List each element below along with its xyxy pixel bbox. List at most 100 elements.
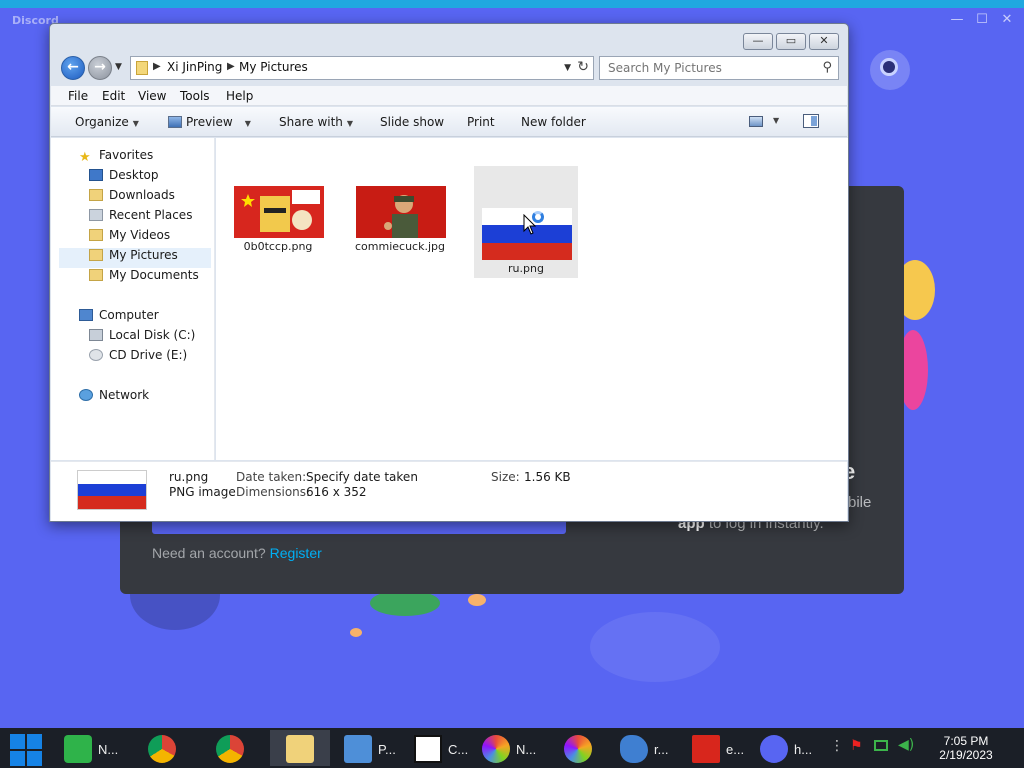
- details-thumbnail: [77, 470, 147, 510]
- taskbar-paint[interactable]: P...: [336, 730, 408, 766]
- top-strip: [0, 0, 1024, 8]
- videos-folder-icon: [89, 229, 103, 241]
- monitor-icon: [344, 735, 372, 763]
- breadcrumb-separator-icon[interactable]: ▶: [153, 61, 161, 72]
- nav-my-pictures[interactable]: My Pictures: [59, 248, 211, 268]
- refresh-icon[interactable]: ↻: [577, 59, 589, 75]
- nav-local-disk[interactable]: Local Disk (C:): [89, 328, 195, 348]
- folder-icon: [286, 735, 314, 763]
- dimensions-value: 616 x 352: [306, 485, 367, 499]
- taskbar-notepad[interactable]: N...: [56, 730, 130, 766]
- nav-favorites[interactable]: ★ Favorites: [79, 148, 153, 168]
- command-bar: Organize ▼ Preview ▼ Share with ▼ Slide sho…: [51, 107, 847, 137]
- taskbar-explorer[interactable]: [270, 730, 330, 766]
- meme-image-icon: [234, 186, 324, 238]
- file-item[interactable]: commiecuck.jpg: [348, 144, 452, 256]
- print-button[interactable]: Print: [467, 115, 495, 129]
- nav-downloads[interactable]: Downloads: [89, 188, 175, 208]
- close-button[interactable]: ✕: [809, 33, 839, 50]
- busy-spinner-icon: [532, 211, 544, 223]
- preview-icon: [168, 116, 182, 128]
- nav-my-videos[interactable]: My Videos: [89, 228, 170, 248]
- slide-show-button[interactable]: Slide show: [380, 115, 444, 129]
- start-button[interactable]: [10, 734, 42, 766]
- preview-pane-icon[interactable]: [803, 114, 819, 128]
- chevron-down-icon: ▼: [244, 119, 251, 128]
- folder-icon: [136, 61, 148, 75]
- nav-cd-drive[interactable]: CD Drive (E:): [89, 348, 187, 368]
- new-folder-button[interactable]: New folder: [521, 115, 586, 129]
- search-input[interactable]: [600, 57, 810, 79]
- file-item[interactable]: 0b0tccp.png: [226, 144, 330, 256]
- details-filename: ru.png: [169, 470, 209, 484]
- mascot-eye-decoration: [880, 58, 898, 76]
- pinwheel-icon: [564, 735, 592, 763]
- breadcrumb-separator-icon[interactable]: ▶: [227, 61, 235, 72]
- clock[interactable]: 7:05 PM 2/19/2023: [936, 734, 996, 762]
- taskbar-app-n[interactable]: N...: [474, 730, 546, 766]
- change-view-icon[interactable]: [749, 116, 763, 127]
- file-name: 0b0tccp.png: [243, 240, 313, 253]
- taskbar-app-e[interactable]: e...: [684, 730, 756, 766]
- menu-file[interactable]: File: [68, 89, 88, 103]
- breadcrumb-xi-jinping[interactable]: Xi JinPing: [167, 60, 222, 74]
- qr-text-fragment: bile: [848, 494, 872, 511]
- file-thumbnail: [234, 186, 324, 238]
- maximize-button[interactable]: ▭: [776, 33, 806, 50]
- address-bar[interactable]: ▶ Xi JinPing ▶ My Pictures ▼ ↻: [130, 56, 594, 80]
- search-box[interactable]: ⚲: [599, 56, 839, 80]
- menu-view[interactable]: View: [138, 89, 166, 103]
- discord-minimize-button[interactable]: —: [947, 12, 967, 27]
- taskbar-7zip[interactable]: C...: [406, 730, 476, 766]
- russian-flag-image: [78, 471, 146, 509]
- organize-button[interactable]: Organize ▼: [75, 115, 139, 129]
- search-icon[interactable]: ⚲: [822, 60, 832, 75]
- forward-button[interactable]: →: [88, 56, 112, 80]
- discord-close-button[interactable]: ✕: [997, 12, 1017, 27]
- taskbar-discord[interactable]: h...: [752, 730, 822, 766]
- breadcrumb-my-pictures[interactable]: My Pictures: [239, 60, 308, 74]
- flag-icon[interactable]: ⚑: [850, 738, 863, 754]
- 7zip-icon: [414, 735, 442, 763]
- cloud-decoration: [590, 612, 720, 682]
- menu-bar: File Edit View Tools Help: [51, 86, 847, 106]
- register-link[interactable]: Register: [270, 545, 322, 561]
- discord-icon: [760, 735, 788, 763]
- preview-button[interactable]: Preview ▼: [168, 115, 251, 129]
- details-filetype: PNG image: [169, 485, 236, 499]
- taskbar-chrome-2[interactable]: [208, 730, 256, 766]
- taskbar-app-r[interactable]: r...: [612, 730, 684, 766]
- nav-network[interactable]: Network: [79, 388, 149, 408]
- network-status-icon[interactable]: [874, 740, 888, 751]
- palette-icon: [620, 735, 648, 763]
- back-button[interactable]: ←: [61, 56, 85, 80]
- menu-help[interactable]: Help: [226, 89, 253, 103]
- details-pane: ru.png PNG image Date taken: Specify dat…: [51, 461, 847, 521]
- size-value: 1.56 KB: [524, 470, 571, 484]
- recent-pages-dropdown[interactable]: ▼: [115, 62, 122, 72]
- address-dropdown-icon[interactable]: ▼: [564, 63, 571, 73]
- share-with-button[interactable]: Share with ▼: [279, 115, 353, 129]
- clock-time: 7:05 PM: [943, 734, 989, 748]
- taskbar-app-pinwheel[interactable]: [556, 730, 604, 766]
- nav-my-documents[interactable]: My Documents: [89, 268, 199, 288]
- pictures-folder-icon: [89, 249, 103, 261]
- nav-desktop[interactable]: Desktop: [89, 168, 159, 188]
- discord-maximize-button[interactable]: ☐: [972, 12, 992, 27]
- nav-recent-places[interactable]: Recent Places: [89, 208, 192, 228]
- minimize-button[interactable]: —: [743, 33, 773, 50]
- date-taken-value[interactable]: Specify date taken: [306, 470, 418, 484]
- overflow-menu-icon[interactable]: ⋮: [830, 738, 844, 754]
- volume-icon[interactable]: ◀): [898, 737, 914, 753]
- recent-places-icon: [89, 209, 103, 221]
- portrait-image-icon: [356, 186, 446, 238]
- view-options-dropdown-icon[interactable]: ▼: [773, 116, 779, 125]
- menu-tools[interactable]: Tools: [180, 89, 210, 103]
- pinwheel-icon: [482, 735, 510, 763]
- documents-folder-icon: [89, 269, 103, 281]
- navigation-pane: ★ Favorites Desktop Downloads Recent Plac…: [51, 138, 215, 460]
- need-account-text: Need an account? Register: [152, 545, 322, 561]
- menu-edit[interactable]: Edit: [102, 89, 125, 103]
- nav-computer[interactable]: Computer: [79, 308, 159, 328]
- taskbar-chrome-1[interactable]: [140, 730, 188, 766]
